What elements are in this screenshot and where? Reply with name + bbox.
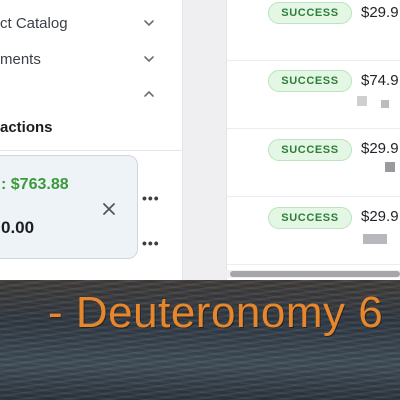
table-row[interactable]: SUCCESS $29.9 [227, 0, 400, 61]
sidebar-item-label: ments [0, 50, 41, 68]
redacted-block [363, 234, 387, 244]
row-price: $29.9 [361, 140, 399, 157]
sidebar-item-transactions-group[interactable] [0, 80, 182, 108]
redacted-block [385, 162, 395, 172]
chevron-down-icon[interactable] [142, 16, 156, 30]
status-badge: SUCCESS [268, 207, 352, 229]
horizontal-scrollbar-thumb[interactable] [230, 271, 400, 277]
transactions-list: SUCCESS $29.9 SUCCESS $74.9 SUCCESS $29.… [226, 0, 400, 280]
close-icon[interactable] [102, 202, 116, 216]
sidebar: ct Catalog ments actions : $763.88 0.00 … [0, 0, 183, 280]
transaction-card[interactable]: : $763.88 0.00 [0, 155, 138, 259]
row-price: $29.9 [361, 4, 399, 21]
chevron-down-icon[interactable] [142, 52, 156, 66]
transaction-total: 0.00 [1, 218, 35, 237]
table-row[interactable]: SUCCESS $29.9 [227, 196, 400, 265]
more-dots-icon[interactable]: ••• [142, 191, 160, 205]
status-badge: SUCCESS [268, 2, 352, 24]
chevron-up-icon[interactable] [142, 87, 156, 101]
sidebar-item-product-catalog[interactable]: ct Catalog [0, 9, 182, 37]
wallpaper-verse-text: - Deuteronomy 6 [48, 288, 384, 337]
divider [0, 150, 182, 151]
sidebar-item-label: ct Catalog [0, 14, 68, 32]
table-row[interactable]: SUCCESS $29.9 [227, 128, 400, 197]
transaction-amount: : $763.88 [1, 176, 69, 193]
table-row[interactable]: SUCCESS $74.9 [227, 60, 400, 129]
more-dots-icon[interactable]: ••• [142, 236, 160, 250]
sidebar-item-payments[interactable]: ments [0, 45, 182, 73]
redacted-block [381, 100, 389, 108]
status-badge: SUCCESS [268, 70, 352, 92]
redacted-block [357, 96, 367, 106]
row-price: $74.9 [361, 72, 399, 89]
status-badge: SUCCESS [268, 139, 352, 161]
desktop-wallpaper: - Deuteronomy 6 [0, 280, 400, 400]
section-title: actions [0, 119, 53, 136]
row-price: $29.9 [361, 208, 399, 225]
